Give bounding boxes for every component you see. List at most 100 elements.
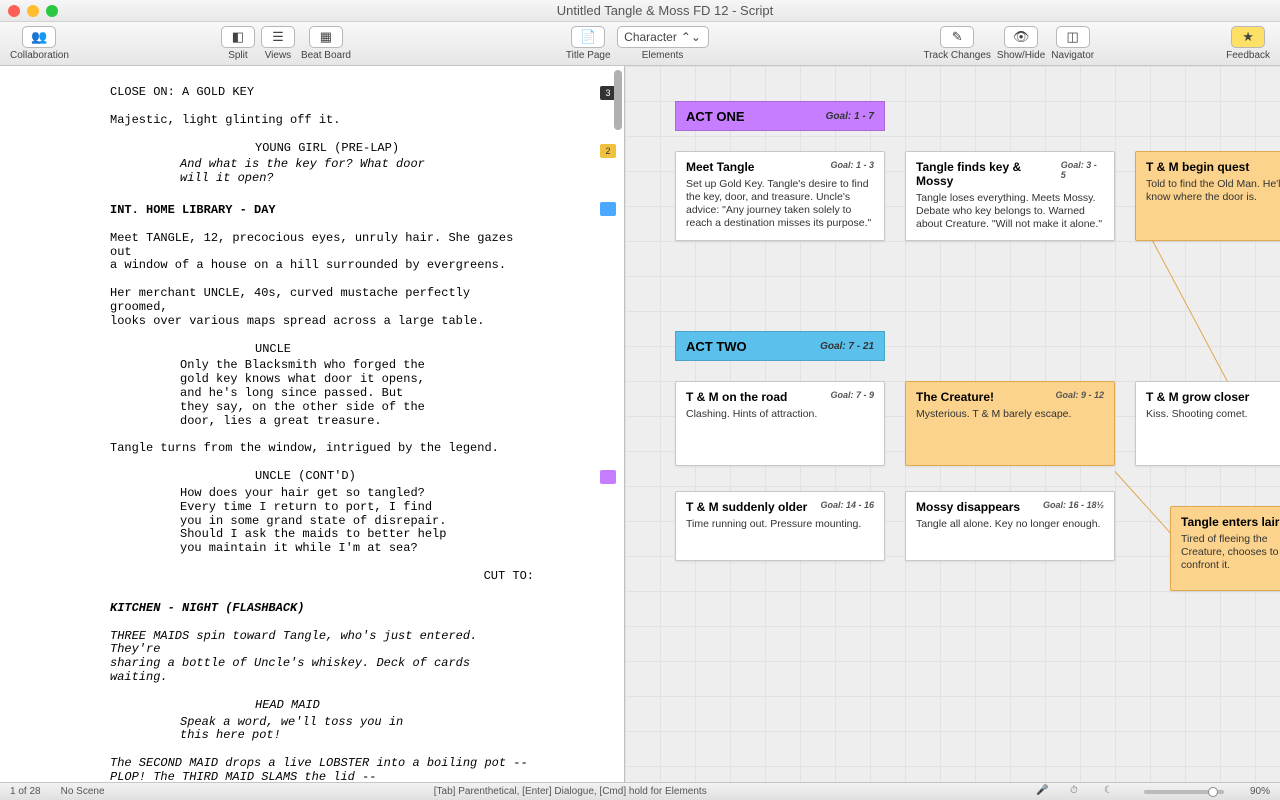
character: YOUNG GIRL (PRE-LAP) [110, 142, 534, 156]
mic-icon[interactable]: 🎤 [1036, 785, 1050, 799]
toolbar-label: Elements [642, 50, 684, 61]
card-goal: Goal: 3 - 5 [1061, 160, 1104, 188]
script-page[interactable]: CLOSE ON: A GOLD KEY Majestic, light gli… [0, 66, 624, 782]
elements-value: Character [624, 30, 677, 44]
card-body: Tired of fleeing the Creature, chooses t… [1181, 533, 1280, 572]
card-body: Time running out. Pressure mounting. [686, 518, 874, 531]
act-label: ACT TWO [686, 339, 747, 354]
keyboard-hint: [Tab] Parenthetical, [Enter] Dialogue, [… [125, 786, 1016, 797]
toolbar-label: Beat Board [301, 50, 351, 61]
dialogue: And what is the key for? What door will … [110, 158, 534, 186]
toolbar-label: Feedback [1226, 50, 1270, 61]
act-label: ACT ONE [686, 109, 745, 124]
toolbar-split[interactable]: ◧ Split [221, 26, 255, 61]
page-indicator: 1 of 28 [10, 786, 41, 797]
zoom-thumb[interactable] [1208, 787, 1218, 797]
card-goal: Goal: 1 - 3 [830, 160, 874, 174]
toolbar-navigator[interactable]: ◫ Navigator [1051, 26, 1094, 61]
night-icon[interactable]: ☾ [1104, 785, 1118, 799]
timer-icon[interactable]: ⏱ [1070, 785, 1084, 799]
titlebar: Untitled Tangle & Moss FD 12 - Script [0, 0, 1280, 22]
zoom-value: 90% [1250, 786, 1270, 797]
toolbar-label: Collaboration [10, 50, 69, 61]
people-icon: 👥 [31, 29, 47, 45]
close-window-icon[interactable] [8, 5, 20, 17]
act-header-two[interactable]: ACT TWO Goal: 7 - 21 [675, 331, 885, 361]
action: THREE MAIDS spin toward Tangle, who's ju… [110, 630, 534, 685]
card-goal: Goal: 16 - 18½ [1043, 500, 1104, 514]
zoom-slider[interactable] [1144, 790, 1224, 794]
minimize-window-icon[interactable] [27, 5, 39, 17]
toolbar-beatboard[interactable]: ▦ Beat Board [301, 26, 351, 61]
beat-card-highlight[interactable]: The Creature!Goal: 9 - 12 Mysterious. T … [905, 381, 1115, 466]
action: Meet TANGLE, 12, precocious eyes, unruly… [110, 232, 534, 273]
act-header-one[interactable]: ACT ONE Goal: 1 - 7 [675, 101, 885, 131]
beat-board[interactable]: ACT ONE Goal: 1 - 7 ACT TWO Goal: 7 - 21… [625, 66, 1280, 782]
card-body: Told to find the Old Man. He'll know whe… [1146, 178, 1280, 204]
dialogue: Speak a word, we'll toss you in this her… [110, 716, 534, 744]
character: UNCLE (CONT'D) [110, 470, 534, 484]
card-title: Tangle enters lair [1181, 515, 1279, 529]
card-title: T & M on the road [686, 390, 787, 404]
split-icon: ◧ [232, 29, 244, 45]
toolbar-titlepage[interactable]: 📄 Title Page [566, 26, 611, 61]
beat-card[interactable]: T & M grow closer Kiss. Shooting comet. [1135, 381, 1280, 466]
character: UNCLE [110, 343, 534, 357]
card-title: Tangle finds key & Mossy [916, 160, 1061, 188]
toolbar-label: Show/Hide [997, 50, 1045, 61]
card-title: The Creature! [916, 390, 994, 404]
grid-icon: ▦ [320, 29, 332, 45]
scene-heading: KITCHEN - NIGHT (FLASHBACK) [110, 602, 534, 616]
zoom-window-icon[interactable] [46, 5, 58, 17]
card-goal: Goal: 14 - 16 [820, 500, 874, 514]
beat-card-highlight[interactable]: Tangle enters lair Tired of fleeing the … [1170, 506, 1280, 591]
act-goal: Goal: 1 - 7 [826, 111, 874, 122]
eye-icon: 👁 [1013, 29, 1030, 45]
card-body: Set up Gold Key. Tangle's desire to find… [686, 178, 874, 231]
card-body: Clashing. Hints of attraction. [686, 408, 874, 421]
toolbar-showhide[interactable]: 👁 Show/Hide [997, 26, 1045, 61]
card-body: Tangle all alone. Key no longer enough. [916, 518, 1104, 531]
scrollbar[interactable] [614, 66, 622, 782]
action: Tangle turns from the window, intrigued … [110, 442, 534, 456]
action: Majestic, light glinting off it. [110, 114, 534, 128]
toolbar-collaboration[interactable]: 👥 Collaboration [10, 26, 69, 61]
toolbar-label: Views [265, 50, 292, 61]
toolbar-feedback[interactable]: ★ Feedback [1226, 26, 1270, 61]
toolbar-elements[interactable]: Character ⌃⌄ Elements [617, 26, 709, 61]
transition: CUT TO: [110, 570, 534, 584]
beat-card[interactable]: T & M on the roadGoal: 7 - 9 Clashing. H… [675, 381, 885, 466]
action: The SECOND MAID drops a live LOBSTER int… [110, 757, 534, 782]
toolbar-views[interactable]: ☰ Views [261, 26, 295, 61]
card-title: Mossy disappears [916, 500, 1020, 514]
character: HEAD MAID [110, 699, 534, 713]
card-title: T & M suddenly older [686, 500, 807, 514]
beat-card[interactable]: T & M suddenly older Goal: 14 - 16 Time r… [675, 491, 885, 561]
scene-heading: INT. HOME LIBRARY - DAY [110, 204, 534, 218]
scene-heading: CLOSE ON: A GOLD KEY [110, 86, 534, 100]
scroll-thumb[interactable] [614, 70, 622, 130]
beat-card[interactable]: Mossy disappears Goal: 16 - 18½ Tangle al… [905, 491, 1115, 561]
beat-card-highlight[interactable]: T & M begin quest Told to find the Old M… [1135, 151, 1280, 241]
navigator-icon: ◫ [1067, 29, 1079, 45]
dialogue: Only the Blacksmith who forged the gold … [110, 359, 534, 428]
chevron-updown-icon: ⌃⌄ [681, 30, 701, 44]
card-title: Meet Tangle [686, 160, 754, 174]
card-goal: Goal: 9 - 12 [1055, 390, 1104, 404]
beat-card[interactable]: Tangle finds key & MossyGoal: 3 - 5 Tang… [905, 151, 1115, 241]
scene-indicator: No Scene [61, 786, 105, 797]
act-goal: Goal: 7 - 21 [820, 341, 874, 352]
toolbar-label: Title Page [566, 50, 611, 61]
window-title: Untitled Tangle & Moss FD 12 - Script [58, 3, 1272, 18]
dialogue: How does your hair get so tangled? Every… [110, 487, 534, 556]
card-body: Tangle loses everything. Meets Mossy. De… [916, 192, 1104, 231]
script-pane[interactable]: CLOSE ON: A GOLD KEY Majestic, light gli… [0, 66, 625, 782]
beat-card[interactable]: Meet Tangle Goal: 1 - 3 Set up Gold Key. … [675, 151, 885, 241]
toolbar-track-changes[interactable]: ✎ Track Changes [923, 26, 990, 61]
page-icon: 📄 [580, 29, 596, 45]
toolbar-label: Split [228, 50, 247, 61]
card-title: T & M begin quest [1146, 160, 1249, 174]
card-body: Kiss. Shooting comet. [1146, 408, 1280, 421]
toolbar-label: Track Changes [923, 50, 990, 61]
window-controls [8, 5, 58, 17]
